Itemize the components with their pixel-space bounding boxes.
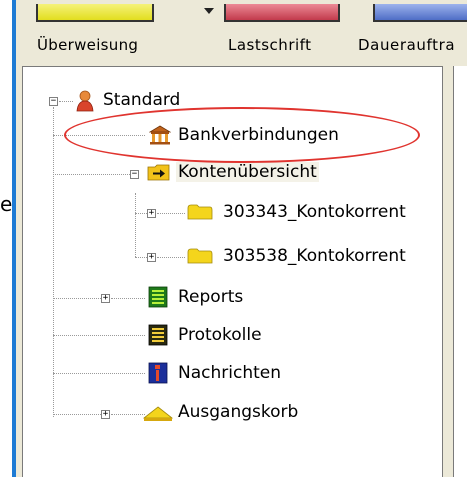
ueberweisung-button-graphic[interactable]	[36, 4, 154, 22]
dropdown-arrow-icon[interactable]	[204, 8, 214, 14]
tree-item-protokolle[interactable]: Protokolle	[178, 325, 262, 345]
toolbar: Überweisung Lastschrift Dauerauftra	[16, 0, 467, 66]
navigation-tree: − Standard Bankverbindungen − Kontenüber…	[22, 66, 443, 477]
tree-connector	[111, 414, 145, 415]
tree-connector	[135, 257, 147, 258]
dauerauftrag-button-graphic[interactable]	[373, 4, 467, 22]
tree-connector	[53, 174, 130, 175]
highlight-ellipse	[64, 107, 420, 163]
protocol-icon	[147, 324, 168, 346]
messages-icon	[147, 362, 168, 384]
tree-connector	[135, 213, 147, 214]
ueberweisung-button[interactable]: Überweisung	[37, 36, 138, 54]
window-frame: Überweisung Lastschrift Dauerauftra − St…	[12, 0, 467, 477]
dauerauftrag-button[interactable]: Dauerauftra	[358, 36, 455, 54]
collapse-toggle-standard[interactable]: −	[49, 97, 58, 106]
expand-toggle-account-303343[interactable]: +	[147, 209, 156, 218]
cropped-text-fragment: e	[0, 192, 13, 216]
tree-connector	[53, 298, 101, 299]
lastschrift-button[interactable]: Lastschrift	[228, 36, 312, 54]
tree-connector	[111, 298, 145, 299]
tree-item-account-303343[interactable]: 303343_Kontokorrent	[223, 202, 406, 222]
tree-item-account-303538[interactable]: 303538_Kontokorrent	[223, 246, 406, 266]
tree-connector	[157, 257, 185, 258]
expand-toggle-reports[interactable]: +	[101, 294, 110, 303]
person-icon	[75, 90, 95, 112]
expand-toggle-account-303538[interactable]: +	[147, 253, 156, 262]
folder-icon	[187, 246, 213, 266]
expand-toggle-ausgangskorb[interactable]: +	[101, 410, 110, 419]
tree-connector	[157, 213, 185, 214]
tree-connector	[53, 107, 54, 417]
right-panel	[453, 66, 467, 477]
folder-icon	[187, 202, 213, 222]
tree-connector	[59, 101, 73, 102]
tree-item-ausgangskorb[interactable]: Ausgangskorb	[178, 402, 298, 422]
lastschrift-button-graphic[interactable]	[224, 4, 340, 22]
tree-item-kontenuebersicht[interactable]: Kontenübersicht	[176, 162, 319, 182]
tree-connector	[135, 193, 136, 257]
tree-item-nachrichten[interactable]: Nachrichten	[178, 363, 281, 383]
collapse-toggle-kontenuebersicht[interactable]: −	[130, 170, 139, 179]
reports-icon	[147, 286, 168, 308]
arrow-folder-icon	[147, 162, 170, 182]
tree-item-reports[interactable]: Reports	[178, 287, 243, 307]
tree-root-standard[interactable]: Standard	[103, 90, 180, 110]
tree-connector	[53, 414, 101, 415]
tree-connector	[53, 373, 145, 374]
outbox-icon	[142, 404, 174, 424]
tree-connector	[53, 335, 145, 336]
